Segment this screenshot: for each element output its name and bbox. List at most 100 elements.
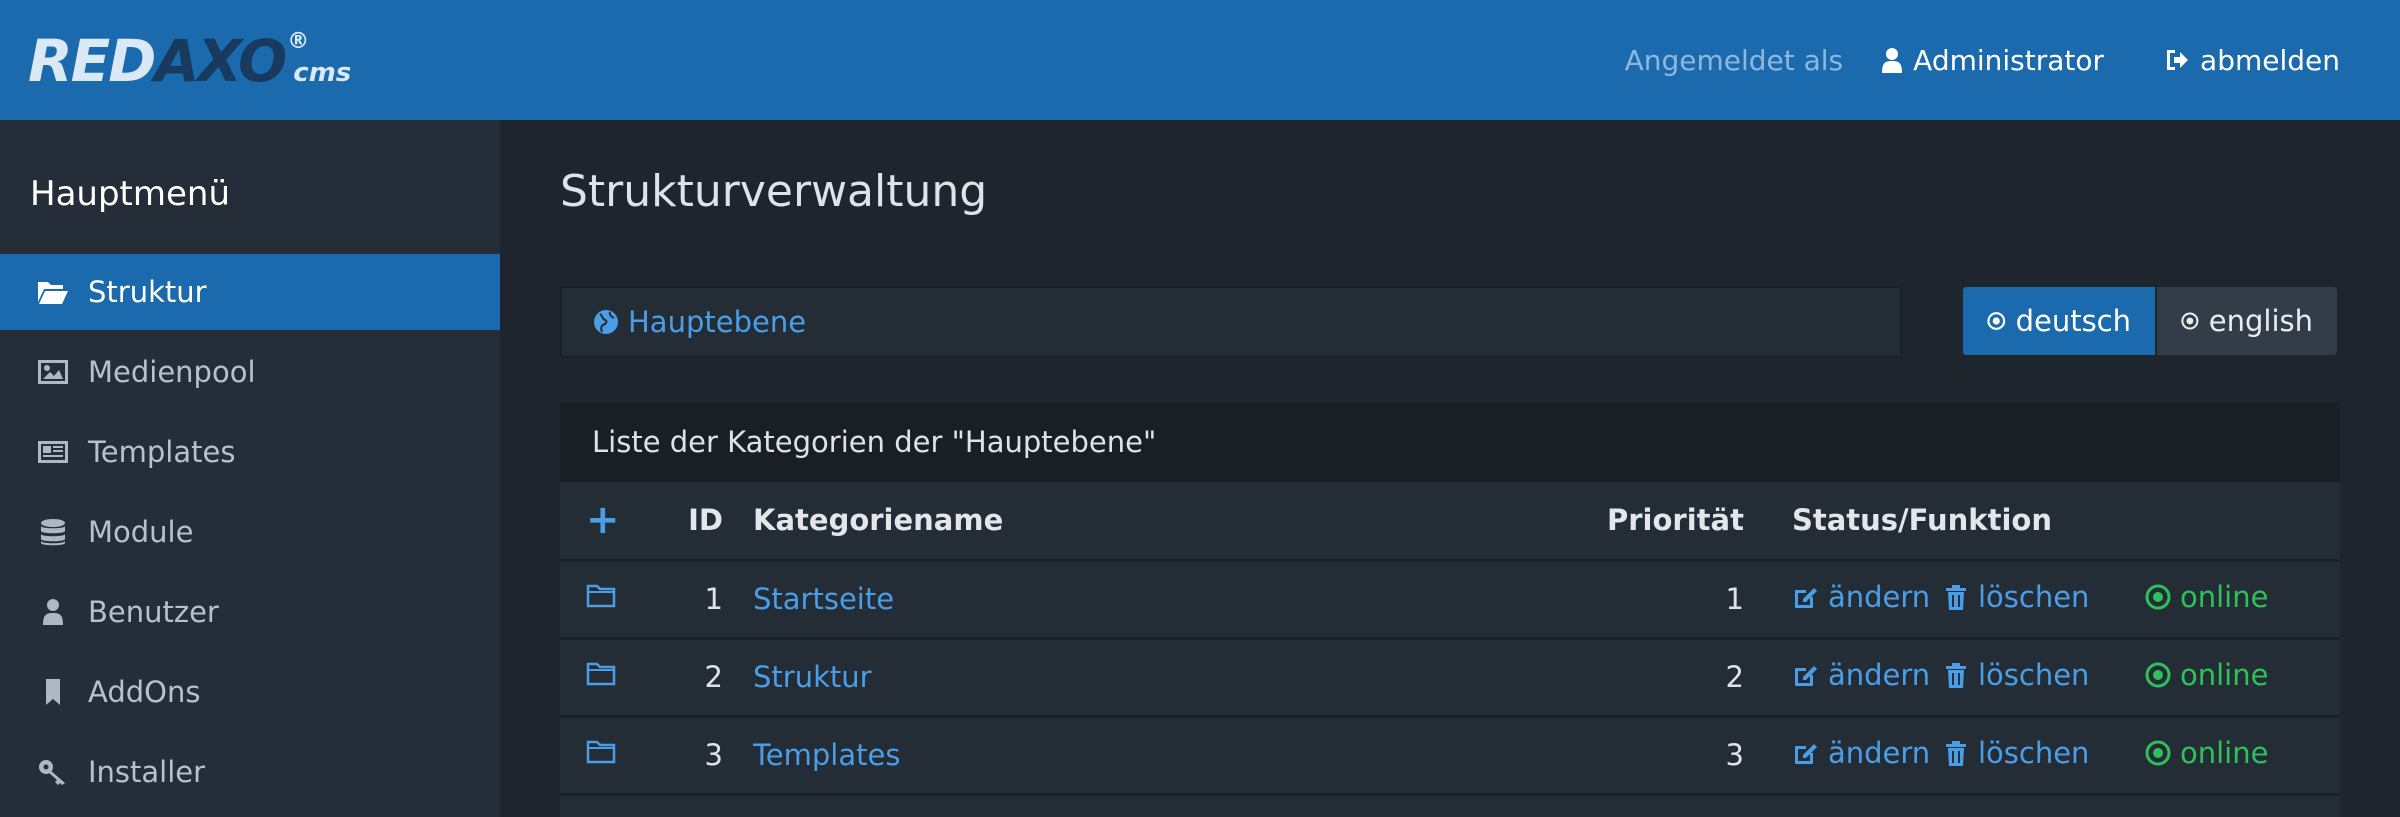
table-row: 2 Struktur 2 ändern löschen online xyxy=(560,638,2340,718)
page-title: Strukturverwaltung xyxy=(560,166,988,217)
category-table: + ID Kategoriename Priorität Status/Funk… xyxy=(560,482,2340,796)
sidebar-item-label: Medienpool xyxy=(88,355,256,389)
edit-icon xyxy=(1794,588,1817,608)
dot-circle-icon xyxy=(2181,312,2199,330)
sidebar-item-label: Benutzer xyxy=(88,595,219,629)
user-profile-link[interactable]: Administrator xyxy=(1881,44,2104,77)
folder-cell xyxy=(560,560,636,640)
header-name: Kategoriename xyxy=(753,482,1607,562)
language-button-deutsch[interactable]: deutsch xyxy=(1962,286,2156,356)
delete-link[interactable]: löschen xyxy=(1942,580,2089,614)
sidebar-item-addons[interactable]: AddOns xyxy=(0,654,500,730)
dot-circle-icon xyxy=(2145,662,2171,688)
edit-icon xyxy=(1794,744,1817,764)
logo-red: RED xyxy=(28,27,156,95)
sidebar-item-templates[interactable]: Templates xyxy=(0,414,500,490)
add-category-button[interactable]: + xyxy=(586,497,620,543)
category-id: 2 xyxy=(636,638,753,718)
logout-link[interactable]: abmelden xyxy=(2164,44,2340,77)
category-name-link[interactable]: Startseite xyxy=(753,582,894,616)
category-priority: 2 xyxy=(1607,638,1744,718)
logo-registered: ® xyxy=(287,29,310,54)
logged-in-label: Angemeldet als xyxy=(1624,43,1844,77)
category-id: 1 xyxy=(636,560,753,640)
breadcrumb-home-link[interactable]: Hauptebene xyxy=(592,305,806,339)
main-nav: Struktur Medienpool Templates Module Ben… xyxy=(0,254,500,814)
logout-label: abmelden xyxy=(2200,43,2340,77)
delete-label: löschen xyxy=(1977,580,2090,614)
main-content: Strukturverwaltung Hauptebene deutsch en… xyxy=(500,120,2400,817)
edit-icon xyxy=(1794,666,1817,686)
table-row: 1 Startseite 1 ändern löschen online xyxy=(560,560,2340,640)
trash-icon xyxy=(1945,663,1966,688)
edit-label: ändern xyxy=(1827,580,1931,614)
breadcrumb-label: Hauptebene xyxy=(628,305,807,339)
category-priority: 3 xyxy=(1607,716,1744,796)
sidebar-item-benutzer[interactable]: Benutzer xyxy=(0,574,500,650)
header-id: ID xyxy=(636,482,753,562)
sidebar-item-medienpool[interactable]: Medienpool xyxy=(0,334,500,410)
language-switcher: deutsch english xyxy=(1962,286,2338,356)
status-toggle[interactable]: online xyxy=(2144,580,2268,614)
folder-icon[interactable] xyxy=(586,739,616,765)
delete-link[interactable]: löschen xyxy=(1942,658,2089,692)
sidebar-item-label: Struktur xyxy=(88,275,207,309)
top-header: RED AXO ® cms Angemeldet als Administrat… xyxy=(0,0,2400,120)
category-priority: 1 xyxy=(1607,560,1744,640)
category-name-link[interactable]: Struktur xyxy=(753,660,872,694)
delete-link[interactable]: löschen xyxy=(1942,736,2089,770)
user-area: Angemeldet als Administrator abmelden xyxy=(1625,0,2340,120)
language-button-english[interactable]: english xyxy=(2156,286,2338,356)
sign-out-icon xyxy=(2167,50,2189,70)
table-header-row: + ID Kategoriename Priorität Status/Funk… xyxy=(560,482,2340,562)
folder-icon[interactable] xyxy=(586,583,616,609)
logo-axo: AXO xyxy=(154,27,287,95)
logo-cms: cms xyxy=(293,58,352,88)
status-label: online xyxy=(2179,658,2269,692)
delete-label: löschen xyxy=(1977,736,2090,770)
edit-link[interactable]: ändern xyxy=(1792,580,1930,614)
sidebar-item-module[interactable]: Module xyxy=(0,494,500,570)
user-icon xyxy=(36,597,70,627)
edit-label: ändern xyxy=(1827,658,1931,692)
trash-icon xyxy=(1945,585,1966,610)
edit-label: ändern xyxy=(1827,736,1931,770)
header-status: Status/Funktion xyxy=(1743,482,2340,562)
status-toggle[interactable]: online xyxy=(2144,658,2268,692)
language-label: deutsch xyxy=(2015,304,2131,338)
breadcrumb: Hauptebene xyxy=(560,286,1902,358)
dot-circle-icon xyxy=(1987,312,2006,330)
category-id: 3 xyxy=(636,716,753,796)
sidebar-item-label: Templates xyxy=(88,435,236,469)
image-icon xyxy=(36,357,70,387)
folder-cell xyxy=(560,716,636,796)
trash-icon xyxy=(1945,741,1966,766)
add-category-cell: + xyxy=(560,482,636,562)
edit-link[interactable]: ändern xyxy=(1792,736,1930,770)
globe-icon xyxy=(594,310,618,334)
sidebar-title: Hauptmenü xyxy=(30,174,230,214)
sidebar-item-struktur[interactable]: Struktur xyxy=(0,254,500,330)
sidebar-item-label: Module xyxy=(88,515,194,549)
status-label: online xyxy=(2179,736,2269,770)
category-name-link[interactable]: Templates xyxy=(753,738,900,772)
folder-cell xyxy=(560,638,636,718)
folder-icon[interactable] xyxy=(586,661,616,687)
status-toggle[interactable]: online xyxy=(2144,736,2268,770)
sidebar-item-label: AddOns xyxy=(88,675,201,709)
user-icon xyxy=(1882,48,1903,73)
bookmark-icon xyxy=(36,677,70,707)
redaxo-logo[interactable]: RED AXO ® cms xyxy=(28,27,352,95)
key-icon xyxy=(36,757,70,787)
status-label: online xyxy=(2179,580,2269,614)
sidebar-item-installer[interactable]: Installer xyxy=(0,734,500,810)
panel-heading: Liste der Kategorien der "Hauptebene" xyxy=(560,402,2340,482)
folder-open-icon xyxy=(36,277,70,307)
table-row: 3 Templates 3 ändern löschen online xyxy=(560,716,2340,796)
sidebar-item-label: Installer xyxy=(88,755,206,789)
newspaper-icon xyxy=(36,437,70,467)
header-priority: Priorität xyxy=(1607,482,1744,562)
user-name: Administrator xyxy=(1913,43,2105,77)
database-icon xyxy=(36,517,70,547)
edit-link[interactable]: ändern xyxy=(1792,658,1930,692)
